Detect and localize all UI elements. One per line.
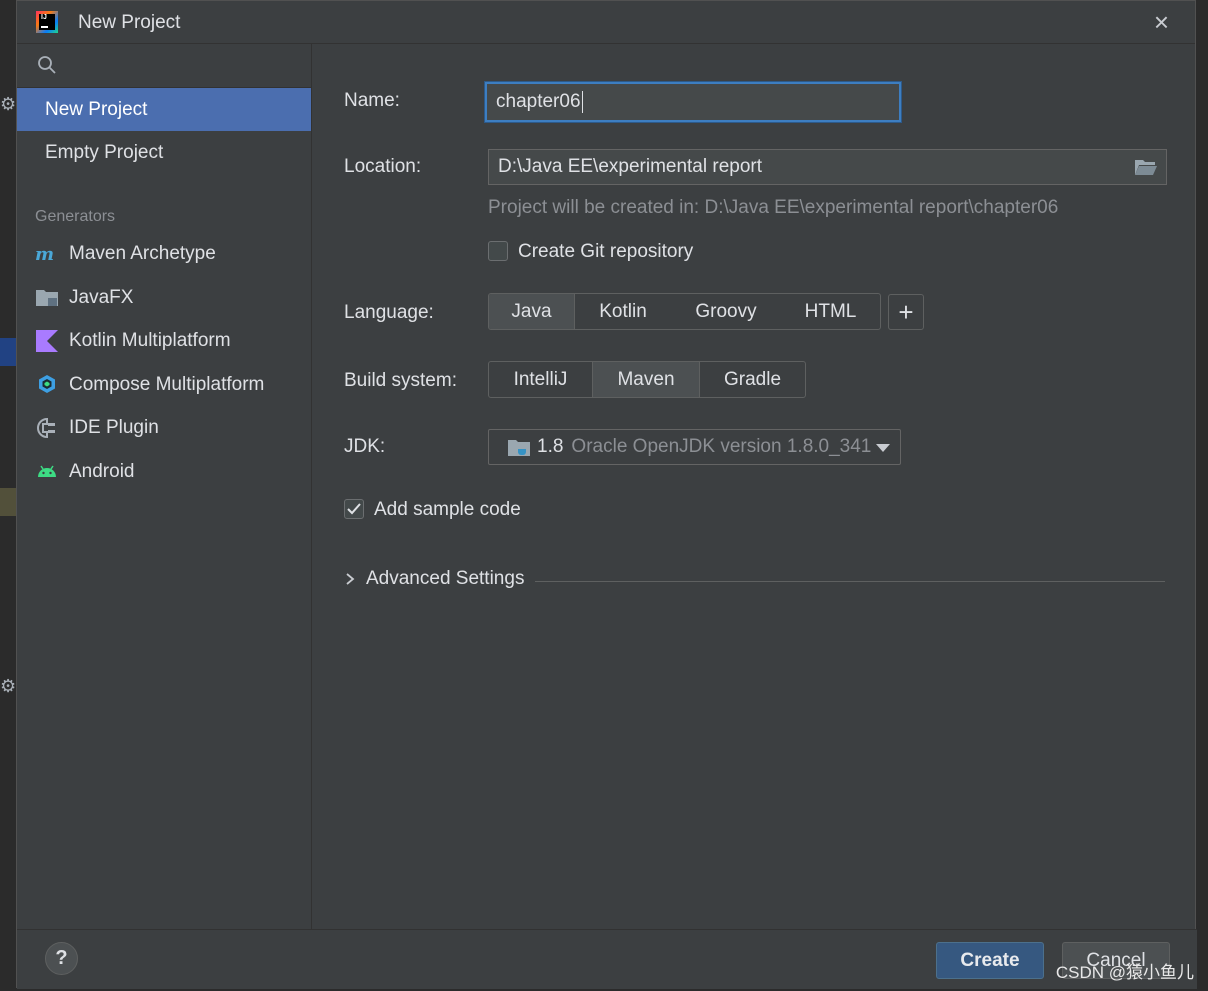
- build-option-gradle[interactable]: Gradle: [700, 362, 805, 397]
- location-field[interactable]: D:\Java EE\experimental report: [488, 149, 1167, 185]
- generator-label: Android: [69, 460, 135, 482]
- generator-label: IDE Plugin: [69, 417, 159, 438]
- language-label: Language:: [344, 302, 434, 323]
- location-field-value: D:\Java EE\experimental report: [498, 156, 763, 177]
- generator-javafx[interactable]: JavaFX: [17, 276, 311, 320]
- maven-icon: m: [35, 242, 59, 266]
- generator-label: Maven Archetype: [69, 243, 216, 264]
- build-option-intellij[interactable]: IntelliJ: [489, 362, 592, 397]
- generator-android[interactable]: Android: [17, 450, 311, 494]
- language-option-groovy[interactable]: Groovy: [671, 294, 781, 329]
- language-option-java[interactable]: Java: [489, 294, 575, 329]
- sidebar-item-empty-project[interactable]: Empty Project: [17, 131, 311, 174]
- generator-label: Kotlin Multiplatform: [69, 330, 231, 351]
- add-language-button[interactable]: +: [888, 294, 924, 330]
- generator-ide-plugin[interactable]: IDE Plugin: [17, 406, 311, 450]
- folder-icon: [35, 285, 59, 309]
- add-sample-code-label: Add sample code: [374, 499, 521, 520]
- advanced-settings-label: Advanced Settings: [366, 568, 525, 589]
- android-icon: [35, 459, 59, 483]
- create-git-label: Create Git repository: [518, 241, 694, 262]
- watermark: CSDN @猿小鱼儿: [1055, 963, 1194, 982]
- browse-folder-icon[interactable]: [1134, 157, 1158, 183]
- name-field-value: chapter06: [496, 91, 581, 112]
- jdk-version: 1.8: [537, 436, 564, 457]
- checkmark-icon: [347, 503, 361, 515]
- background-highlight: [0, 488, 16, 516]
- plugin-icon: [35, 416, 59, 440]
- chevron-right-icon: [346, 573, 355, 585]
- language-selector: Java Kotlin Groovy HTML: [488, 293, 881, 330]
- sidebar-item-new-project[interactable]: New Project: [17, 88, 311, 131]
- jdk-description: Oracle OpenJDK version 1.8.0_341: [571, 436, 872, 457]
- help-button[interactable]: ?: [45, 942, 78, 975]
- project-settings-form: Name: chapter06 Location: D:\Java EE\exp…: [313, 44, 1197, 929]
- create-git-checkbox[interactable]: [488, 241, 508, 261]
- svg-text:m: m: [35, 246, 54, 262]
- dialog-title: New Project: [78, 12, 181, 33]
- generator-maven-archetype[interactable]: m Maven Archetype: [17, 232, 311, 276]
- build-option-maven[interactable]: Maven: [592, 362, 700, 397]
- compose-icon: [35, 372, 59, 396]
- generator-label: JavaFX: [69, 286, 134, 308]
- background-ide-left-edge: ⚙ ⚙: [0, 0, 16, 991]
- generator-compose-multiplatform[interactable]: Compose Multiplatform: [17, 363, 311, 407]
- dialog-footer: ? Create Cancel: [17, 929, 1197, 989]
- jdk-folder-icon: [507, 437, 531, 457]
- location-hint: Project will be created in: D:\Java EE\e…: [488, 197, 1059, 218]
- generator-label: Compose Multiplatform: [69, 373, 265, 395]
- language-option-html[interactable]: HTML: [781, 294, 880, 329]
- background-selection: [0, 338, 16, 366]
- advanced-settings-toggle[interactable]: Advanced Settings: [344, 568, 524, 590]
- generators-heading: Generators: [35, 208, 116, 225]
- build-system-selector: IntelliJ Maven Gradle: [488, 361, 806, 398]
- gear-icon: ⚙: [0, 676, 17, 696]
- background-ide-right-edge: [1196, 0, 1208, 991]
- jdk-label: JDK:: [344, 436, 386, 457]
- title-bar: IJ New Project ×: [17, 1, 1195, 44]
- build-system-label: Build system:: [344, 370, 457, 391]
- name-label: Name:: [344, 90, 400, 111]
- advanced-settings-divider: [535, 581, 1165, 582]
- gear-icon: ⚙: [0, 94, 17, 114]
- close-button[interactable]: ×: [1154, 7, 1169, 38]
- project-type-sidebar: New Project Empty Project Generators m M…: [17, 44, 312, 929]
- location-label: Location:: [344, 156, 422, 177]
- text-caret: [581, 91, 583, 113]
- intellij-app-icon: IJ: [36, 11, 58, 33]
- search-icon: [38, 56, 56, 74]
- chevron-down-icon: [876, 444, 890, 452]
- search-input[interactable]: [17, 44, 311, 88]
- new-project-dialog: IJ New Project × New Project Empty Proje…: [16, 0, 1197, 989]
- kotlin-icon: [35, 329, 59, 353]
- create-button[interactable]: Create: [936, 942, 1044, 979]
- add-sample-code-checkbox[interactable]: [344, 499, 364, 519]
- jdk-dropdown[interactable]: 1.8 Oracle OpenJDK version 1.8.0_341: [488, 429, 901, 465]
- language-option-kotlin[interactable]: Kotlin: [575, 294, 671, 329]
- name-field[interactable]: chapter06: [485, 82, 901, 122]
- generator-kotlin-multiplatform[interactable]: Kotlin Multiplatform: [17, 319, 311, 363]
